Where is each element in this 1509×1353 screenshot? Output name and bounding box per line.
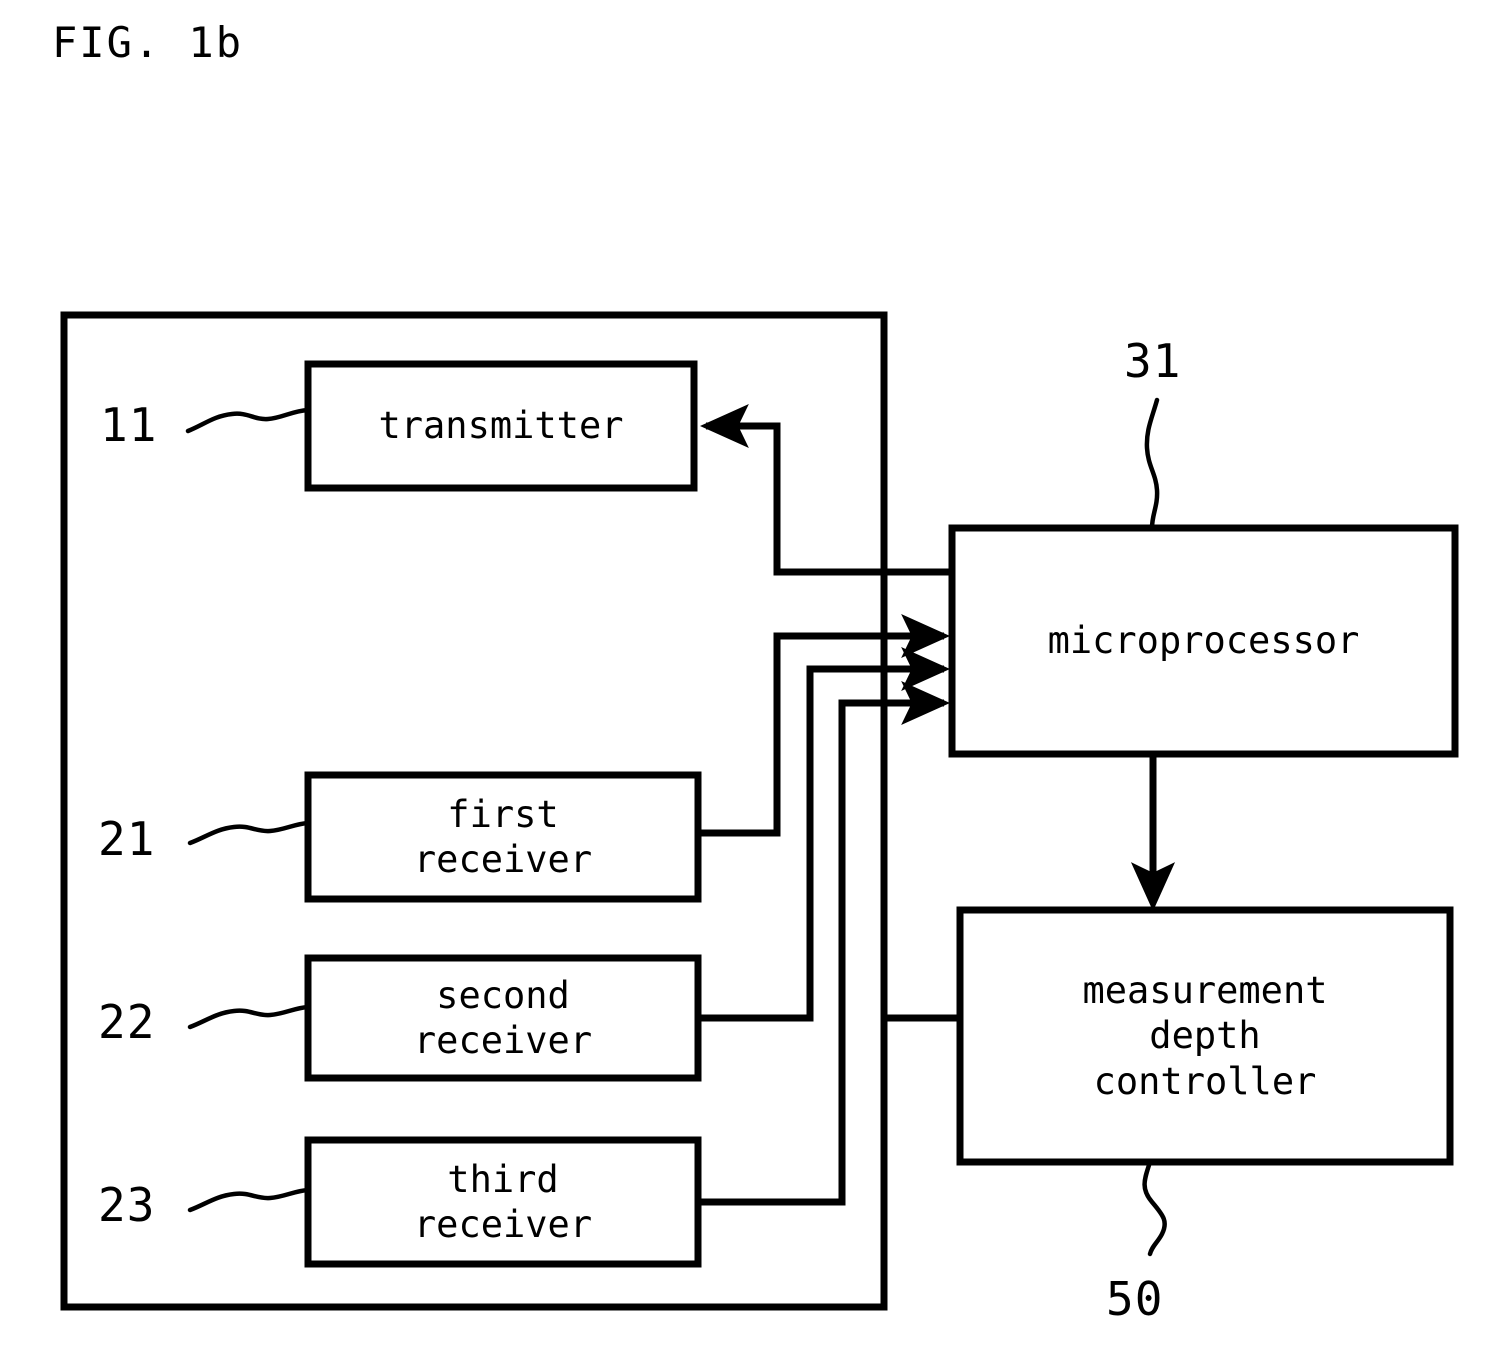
measurement-depth-controller-box[interactable]	[956, 906, 1454, 1166]
first-receiver-box[interactable]	[304, 771, 702, 903]
leader-line-50	[1142, 1159, 1167, 1257]
second-receiver-box[interactable]	[304, 954, 702, 1082]
reference-numeral-50: 50	[1106, 1272, 1164, 1326]
reference-numeral-11: 11	[100, 398, 158, 452]
block-diagram-canvas	[60, 311, 1459, 1311]
connector-second-receiver-to-microprocessor	[698, 646, 951, 1022]
leader-line-21	[187, 820, 311, 846]
connector-third-receiver-to-microprocessor	[698, 680, 951, 1206]
reference-numeral-23: 23	[98, 1178, 156, 1232]
transmitter-box[interactable]	[304, 360, 698, 492]
reference-numeral-22: 22	[98, 995, 156, 1049]
third-receiver-box[interactable]	[304, 1136, 702, 1268]
figure-page: FIG. 1b transmitter first receiver secon…	[0, 0, 1509, 1353]
leader-line-31	[1144, 397, 1160, 531]
reference-numeral-31: 31	[1124, 334, 1182, 388]
leader-line-22	[187, 1004, 311, 1030]
microprocessor-box[interactable]	[948, 524, 1459, 758]
leader-line-11	[185, 407, 311, 434]
reference-numeral-21: 21	[98, 812, 156, 866]
leader-line-23	[187, 1187, 311, 1213]
connector-microprocessor-to-transmitter	[699, 403, 952, 576]
